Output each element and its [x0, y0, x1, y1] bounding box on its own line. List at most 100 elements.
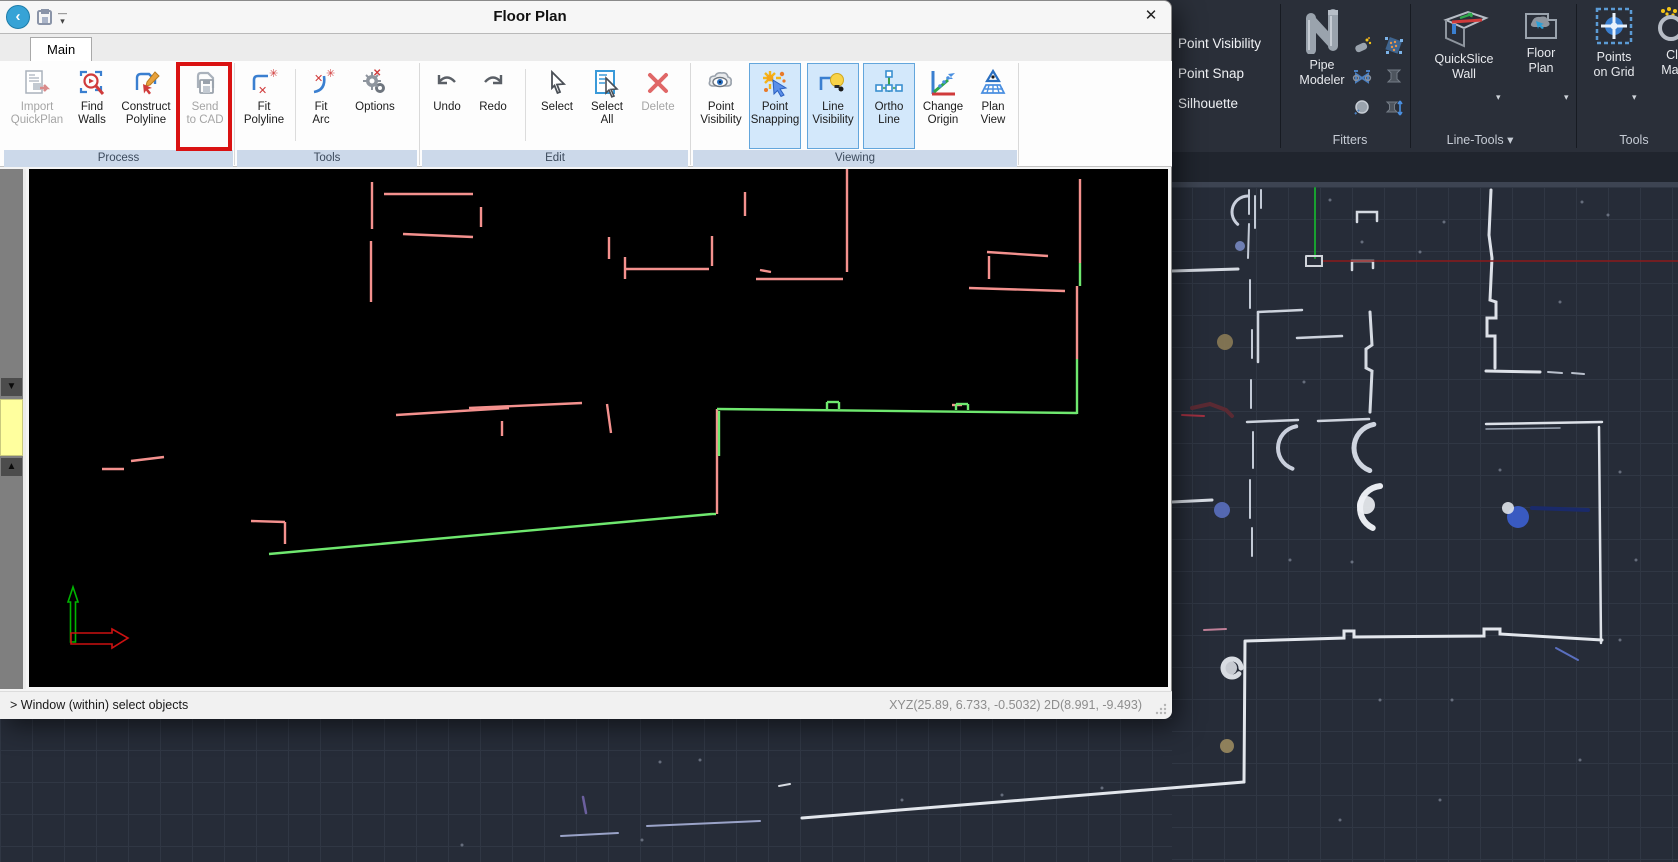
import-quickplan-button[interactable]: ImportQuickPlan — [6, 63, 68, 149]
select-all-icon — [592, 68, 622, 98]
ortho-line-icon — [874, 68, 904, 98]
dialog-left-scrollbar: ▼ ▲ — [0, 169, 26, 689]
dialog-statusbar: > Window (within) select objects XYZ(25.… — [0, 691, 1172, 719]
menu-point-snap[interactable]: Point Snap — [1178, 66, 1244, 81]
quickslice-label-2: Wall — [1452, 67, 1476, 81]
group-edit: Undo Redo Select — [422, 61, 688, 167]
clash-marker-button-partial[interactable]: Cl Mar — [1652, 6, 1678, 78]
fitter-inspect-icon[interactable] — [1352, 98, 1372, 118]
quickslice-wall-button[interactable]: QuickSlice Wall — [1418, 6, 1510, 82]
change-origin-icon — [928, 68, 958, 98]
line-visibility-icon — [818, 68, 848, 98]
floor-plan-label-1: Floor — [1527, 46, 1555, 60]
tools-group-label: Tools — [1604, 133, 1664, 147]
select-icon — [542, 68, 572, 98]
fit-polyline-button[interactable]: ✳ ✕ FitPolyline — [239, 63, 289, 149]
select-all-button[interactable]: SelectAll — [582, 63, 632, 149]
ribbon-mini-divider — [525, 69, 526, 141]
ortho-line-button[interactable]: OrthoLine — [863, 63, 915, 149]
points-on-grid-label-2: on Grid — [1594, 65, 1635, 79]
cad-viewport-bottom[interactable] — [0, 718, 1172, 862]
svg-text:✳: ✳ — [269, 68, 278, 80]
delete-icon — [643, 68, 673, 98]
svg-text:✳: ✳ — [326, 68, 335, 80]
viewing-group-band: Viewing — [693, 150, 1017, 167]
fitter-beam-icon[interactable] — [1384, 66, 1404, 86]
scroll-up-button[interactable]: ▲ — [1, 458, 22, 476]
fitter-beam-height-icon[interactable] — [1384, 98, 1404, 118]
floor-plan-dialog: ‹ —▾ Floor Plan ✕ Main ImportQuickPlan — [0, 0, 1172, 718]
floor-plan-button[interactable]: Floor Plan — [1512, 6, 1570, 76]
resize-grip[interactable] — [1155, 703, 1167, 715]
line-tools-group-label[interactable]: Line-Tools ▾ — [1430, 132, 1530, 147]
quickslice-wall-icon — [1438, 6, 1490, 48]
construct-polyline-button[interactable]: ConstructPolyline — [114, 63, 178, 149]
clash-marker-icon — [1655, 6, 1678, 44]
ribbon-tab-row: Main — [0, 33, 1171, 61]
menu-silhouette[interactable]: Silhouette — [1178, 96, 1238, 111]
ribbon-divider — [1018, 63, 1019, 165]
floor-plan-dropdown-caret[interactable]: ▾ — [1564, 92, 1569, 103]
scroll-thumb[interactable] — [0, 399, 23, 456]
plan-view-icon — [978, 68, 1008, 98]
dialog-title: Floor Plan — [0, 8, 1060, 25]
point-visibility-icon — [706, 68, 736, 98]
point-visibility-button[interactable]: PointVisibility — [695, 63, 747, 149]
line-visibility-button[interactable]: LineVisibility — [807, 63, 859, 149]
svg-text:✕: ✕ — [314, 73, 323, 85]
scroll-down-button[interactable]: ▼ — [1, 378, 22, 396]
ribbon-divider — [419, 63, 420, 165]
undo-button[interactable]: Undo — [426, 63, 468, 149]
ribbon-mini-divider — [295, 69, 296, 141]
process-group-band: Process — [4, 150, 233, 167]
options-button[interactable]: ✕ Options — [347, 63, 403, 149]
import-quickplan-icon — [22, 68, 52, 98]
line-tools-caret: ▾ — [1507, 133, 1513, 147]
change-origin-button[interactable]: ChangeOrigin — [917, 63, 969, 149]
floorplan-drawing — [29, 169, 1168, 687]
fit-arc-icon: ✳ ✕ — [306, 68, 336, 98]
select-button[interactable]: Select — [534, 63, 580, 149]
fit-arc-button[interactable]: ✳ ✕ FitArc — [299, 63, 343, 149]
close-button[interactable]: ✕ — [1138, 6, 1164, 28]
close-icon: ✕ — [1145, 7, 1158, 24]
group-tools: ✳ ✕ FitPolyline ✳ ✕ FitArc ✕ — [237, 61, 417, 167]
fitter-spray-icon[interactable] — [1352, 36, 1372, 56]
group-divider — [1576, 4, 1577, 148]
pipe-modeler-label-2: Modeler — [1299, 73, 1344, 87]
fitter-flange-pattern-icon[interactable] — [1384, 36, 1404, 56]
fitters-group-label: Fitters — [1310, 133, 1390, 147]
pipe-modeler-button[interactable]: Pipe Modeler — [1282, 6, 1362, 88]
plan-view-button[interactable]: PlanView — [971, 63, 1015, 149]
send-to-cad-button[interactable]: Sendto CAD — [180, 63, 230, 149]
floorplan-canvas[interactable] — [29, 169, 1168, 687]
construct-polyline-icon — [131, 68, 161, 98]
fit-polyline-icon: ✳ ✕ — [249, 68, 279, 98]
tab-main[interactable]: Main — [30, 37, 92, 62]
status-prompt: > Window (within) select objects — [10, 698, 188, 712]
pipe-modeler-label-1: Pipe — [1309, 58, 1334, 72]
pipe-icon — [1299, 6, 1345, 54]
cad-viewport-right[interactable] — [1160, 187, 1678, 862]
fitter-valve-icon[interactable] — [1352, 66, 1372, 86]
points-on-grid-dropdown-caret[interactable]: ▾ — [1632, 92, 1637, 103]
group-viewing: PointVisibility PointSnapping Li — [693, 61, 1017, 167]
floor-plan-icon — [1522, 6, 1560, 42]
group-divider — [1280, 4, 1281, 148]
tools-group-band: Tools — [237, 150, 417, 167]
send-to-cad-icon — [190, 68, 220, 98]
points-on-grid-label-1: Points — [1597, 50, 1632, 64]
points-on-grid-button[interactable]: Points on Grid — [1584, 6, 1644, 80]
options-icon: ✕ — [360, 68, 390, 98]
ribbon-lower-band — [1160, 152, 1678, 182]
delete-button[interactable]: Delete — [634, 63, 682, 149]
line-tools-label-text: Line-Tools — [1447, 133, 1504, 147]
find-walls-button[interactable]: FindWalls — [70, 63, 114, 149]
point-snapping-button[interactable]: PointSnapping — [749, 63, 801, 149]
svg-text:✕: ✕ — [373, 68, 381, 79]
ribbon-divider — [234, 63, 235, 165]
quickslice-dropdown-caret[interactable]: ▾ — [1496, 92, 1501, 103]
menu-point-visibility[interactable]: Point Visibility — [1178, 36, 1261, 51]
redo-button[interactable]: Redo — [472, 63, 514, 149]
floor-plan-label-2: Plan — [1528, 61, 1553, 75]
